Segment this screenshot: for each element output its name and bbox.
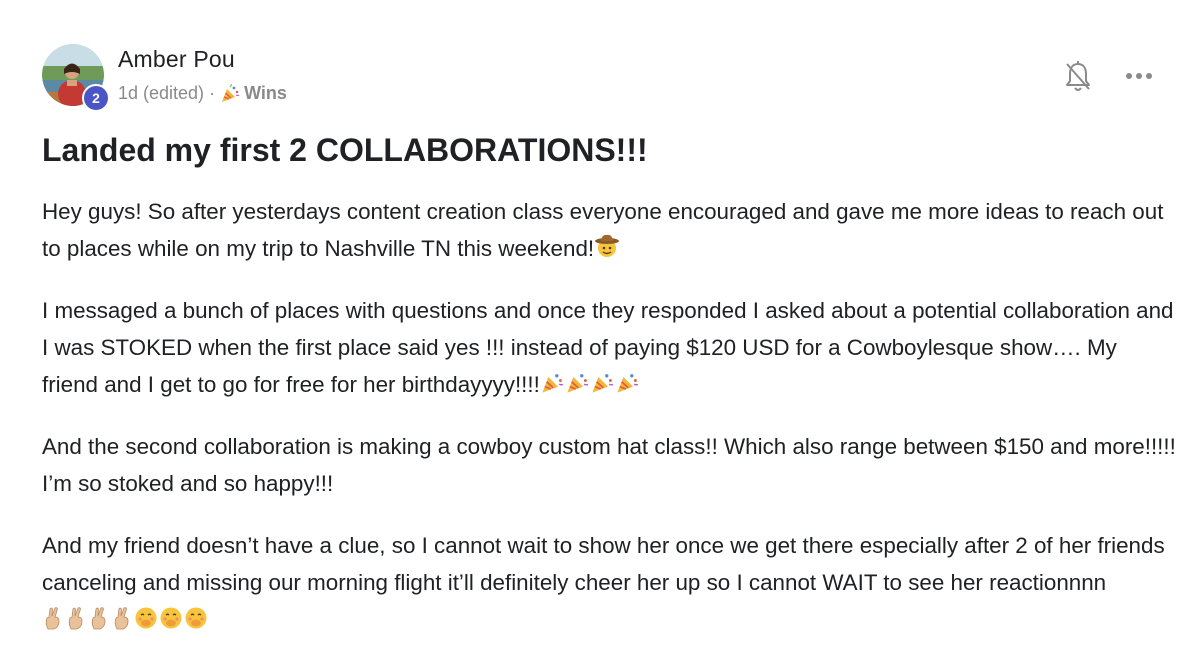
post-paragraph: And my friend doesn’t have a clue, so I … — [42, 527, 1177, 638]
author-avatar-wrap[interactable]: 2 — [42, 44, 110, 112]
level-badge: 2 — [82, 84, 110, 112]
author-name[interactable]: Amber Pou — [118, 46, 235, 73]
cowboy-hat-face-icon — [595, 234, 620, 257]
post-paragraph: And the second collaboration is making a… — [42, 428, 1177, 502]
crossed-fingers-icon — [68, 607, 83, 630]
meta-separator: · — [209, 83, 216, 103]
post-card: 2 Amber Pou 1d (edited) · Wins Landed my… — [0, 0, 1200, 663]
paragraph-text: And my friend doesn’t have a clue, so I … — [42, 533, 1165, 595]
more-horizontal-icon[interactable] — [1124, 66, 1154, 86]
party-popper-icon — [542, 374, 564, 393]
paragraph-text: And the second collaboration is making a… — [42, 434, 1176, 496]
emoji-group — [42, 606, 208, 630]
emoji-group — [540, 371, 639, 395]
post-title[interactable]: Landed my first 2 COLLABORATIONS!!! — [42, 132, 648, 169]
party-popper-icon — [220, 83, 240, 104]
post-body: Hey guys! So after yesterdays content cr… — [42, 193, 1177, 663]
bell-off-icon[interactable] — [1063, 60, 1093, 94]
crossed-fingers-icon — [91, 607, 106, 630]
party-popper-icon — [617, 374, 639, 393]
post-paragraph: I messaged a bunch of places with questi… — [42, 292, 1177, 403]
crossed-fingers-icon — [45, 607, 60, 630]
post-time: 1d (edited) — [118, 83, 205, 103]
hand-over-mouth-face-icon — [135, 607, 157, 629]
post-category[interactable]: Wins — [244, 83, 287, 104]
party-popper-icon — [567, 374, 589, 393]
hand-over-mouth-face-icon — [185, 607, 207, 629]
hand-over-mouth-face-icon — [160, 607, 182, 629]
post-paragraph: Hey guys! So after yesterdays content cr… — [42, 193, 1177, 267]
emoji-group — [594, 233, 620, 259]
party-popper-icon — [592, 374, 614, 393]
post-meta: 1d (edited) · Wins — [118, 83, 287, 104]
crossed-fingers-icon — [114, 607, 129, 630]
